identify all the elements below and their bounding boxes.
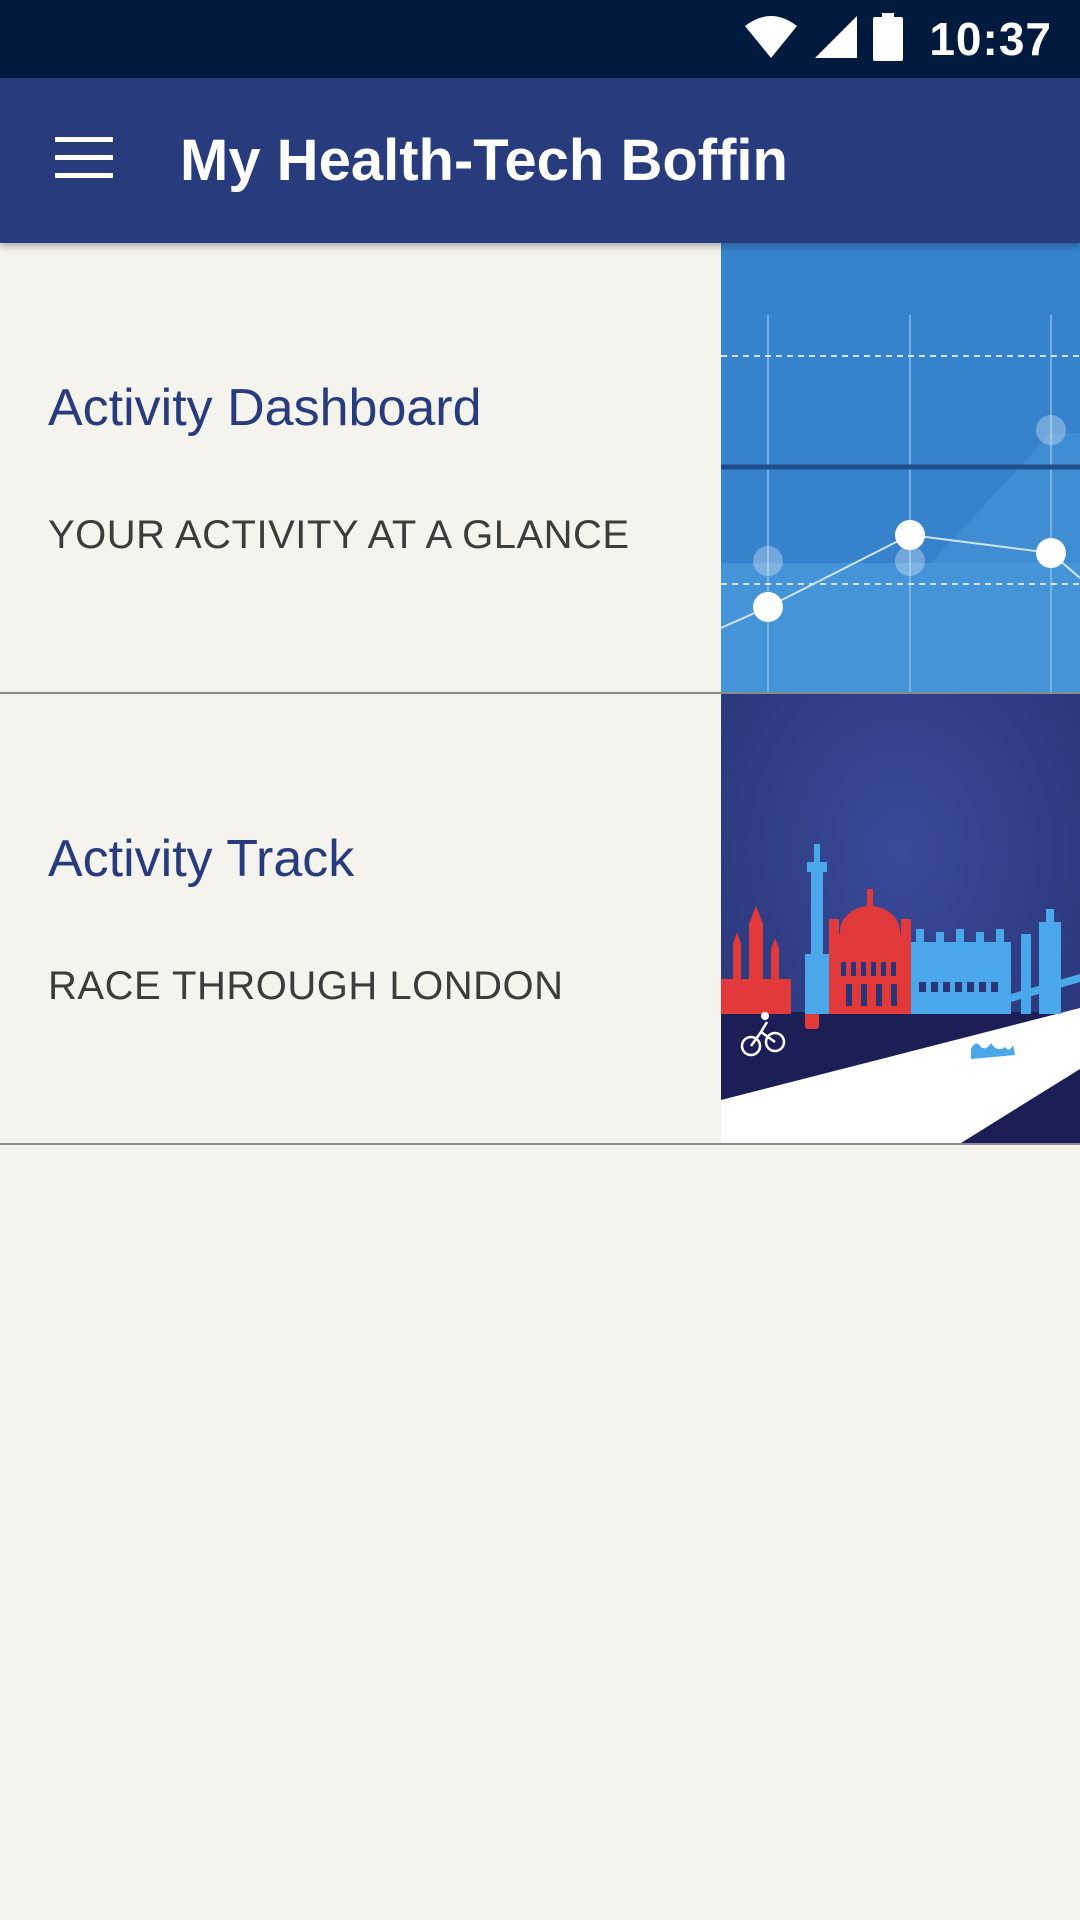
card-subtitle: RACE THROUGH LONDON	[48, 964, 564, 1008]
status-time: 10:37	[929, 13, 1052, 65]
card-subtitle: YOUR ACTIVITY AT A GLANCE	[48, 513, 630, 557]
app-bar: My Health-Tech Boffin	[0, 78, 1080, 243]
card-text: Activity Dashboard YOUR ACTIVITY AT A GL…	[48, 243, 688, 692]
card-title: Activity Track	[48, 830, 355, 888]
hamburger-menu-icon	[55, 136, 113, 184]
wifi-icon	[743, 14, 799, 65]
status-icons: 10:37	[743, 0, 1052, 78]
status-bar: 10:37	[0, 0, 1080, 78]
london-skyline-illustration	[721, 694, 1080, 1143]
activity-list: Activity Dashboard YOUR ACTIVITY AT A GL…	[0, 243, 1080, 1145]
activity-chart-illustration	[721, 243, 1080, 692]
card-text: Activity Track RACE THROUGH LONDON	[48, 694, 688, 1143]
activity-dashboard-card[interactable]: Activity Dashboard YOUR ACTIVITY AT A GL…	[0, 243, 1080, 694]
activity-track-card[interactable]: Activity Track RACE THROUGH LONDON	[0, 694, 1080, 1145]
card-title: Activity Dashboard	[48, 379, 482, 437]
cell-signal-icon	[813, 14, 859, 65]
menu-button[interactable]	[40, 124, 128, 196]
app-title: My Health-Tech Boffin	[180, 128, 788, 193]
battery-icon	[873, 12, 904, 66]
